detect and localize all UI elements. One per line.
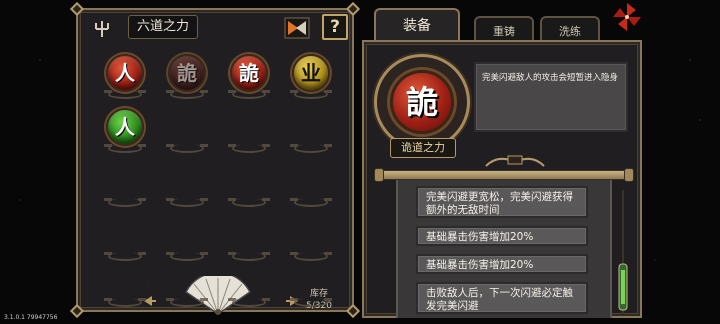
gem-slot[interactable]: 詭 — [228, 54, 270, 99]
gem-slot[interactable] — [166, 216, 208, 261]
scroll-ornament — [485, 155, 545, 167]
selected-gem-name: 诡道之力 — [390, 138, 456, 158]
trident-icon — [95, 21, 109, 37]
gem-slot[interactable] — [104, 262, 146, 307]
slot-stand — [290, 198, 332, 207]
scroll-rod-top — [380, 170, 628, 180]
slot-stand — [290, 144, 332, 153]
gem-dark[interactable]: 詭 — [168, 54, 206, 92]
slot-stand — [290, 298, 332, 307]
gem-yellow[interactable]: 业 — [292, 54, 330, 92]
gem-slot[interactable] — [290, 216, 332, 261]
slot-stand — [104, 298, 146, 307]
gem-slot[interactable]: 人 — [104, 54, 146, 99]
slot-stand — [166, 198, 208, 207]
selected-gem-frame: 詭 — [374, 54, 470, 150]
help-button[interactable]: ? — [322, 14, 348, 40]
gem-slot[interactable] — [228, 262, 270, 307]
version-label: 3.1.0.1 79947756 — [4, 314, 58, 321]
gem-slot[interactable] — [166, 262, 208, 307]
gem-slot[interactable]: 詭 — [166, 54, 208, 99]
effect-item-3: 基础暴击伤害增加20% — [416, 254, 588, 274]
gem-slot[interactable] — [104, 162, 146, 207]
scroll-knob-right — [624, 168, 634, 182]
gem-slot[interactable] — [228, 162, 270, 207]
inventory-header: 六道之力 ? — [78, 10, 352, 44]
effect-item-1: 完美闪避更宽松，完美闪避获得额外的无敌时间 — [416, 186, 588, 218]
gem-slot[interactable] — [290, 108, 332, 153]
gem-slot[interactable] — [166, 108, 208, 153]
slot-stand — [228, 144, 270, 153]
gem-slot[interactable]: 人 — [104, 108, 146, 153]
slot-stand — [166, 298, 208, 307]
effect-item-2: 基础暴击伤害增加20% — [416, 226, 588, 246]
gem-description: 完美闪避敌人的攻击会短暂进入隐身 — [474, 62, 628, 132]
gem-slot[interactable] — [166, 162, 208, 207]
gem-red[interactable]: 詭 — [230, 54, 268, 92]
tab-six-paths[interactable]: 六道之力 — [128, 15, 198, 39]
slot-stand — [104, 252, 146, 261]
gem-red[interactable]: 人 — [106, 54, 144, 92]
corner-ornament — [345, 303, 361, 319]
pinwheel-icon[interactable] — [612, 2, 642, 32]
slot-stand — [166, 252, 208, 261]
slot-stand — [228, 252, 270, 261]
gem-inventory-panel: 六道之力 ? 1/1 库存 5/320 人詭詭业人 — [69, 1, 361, 319]
slot-stand — [104, 198, 146, 207]
gem-slot[interactable] — [290, 162, 332, 207]
gem-green[interactable]: 人 — [106, 108, 144, 146]
selected-gem: 詭 — [390, 70, 454, 134]
scroll-knob-left — [374, 168, 384, 182]
slot-stand — [228, 198, 270, 207]
slot-stand — [228, 298, 270, 307]
slot-stand — [290, 252, 332, 261]
effect-item-4: 击败敌人后，下一次闪避必定触发完美闪避 — [416, 282, 588, 314]
gem-slot[interactable] — [228, 108, 270, 153]
gem-slot[interactable] — [290, 262, 332, 307]
sort-icon[interactable] — [284, 17, 310, 39]
slot-stand — [166, 144, 208, 153]
scroll-handle[interactable] — [616, 262, 630, 312]
gem-slot[interactable] — [228, 216, 270, 261]
gem-slot[interactable]: 业 — [290, 54, 332, 99]
gem-slot[interactable] — [104, 216, 146, 261]
tab-equip[interactable]: 装备 — [374, 8, 460, 44]
corner-ornament — [69, 303, 85, 319]
